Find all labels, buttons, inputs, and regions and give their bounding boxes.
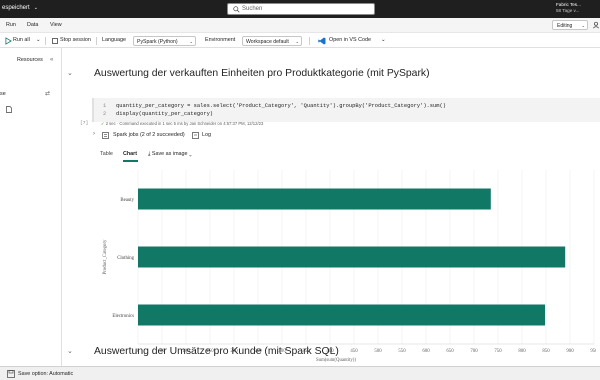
x-tick-label: 600 — [422, 349, 430, 354]
x-tick-label: 950 — [590, 349, 596, 354]
collapse-icon[interactable]: « — [50, 57, 53, 63]
section-heading: Auswertung der verkauften Einheiten pro … — [94, 68, 430, 79]
x-tick-label: 850 — [542, 349, 550, 354]
vscode-icon — [318, 37, 326, 45]
x-tick-label: 550 — [398, 349, 406, 354]
x-tick-label: 450 — [350, 349, 358, 354]
play-icon — [5, 37, 12, 45]
stop-session-button[interactable]: Stop session — [60, 37, 91, 43]
y-tick-label: Electronics — [112, 314, 134, 319]
cell-status: ✓ 2 sec · Command executed in 1 sec 5 ms… — [101, 121, 264, 126]
spark-jobs-toggle[interactable]: Spark jobs (2 of 2 succeeded) — [113, 132, 185, 138]
editing-dropdown[interactable]: Editing ⌄ — [552, 20, 588, 30]
chevron-right-icon[interactable]: › — [93, 131, 95, 137]
check-icon: ✓ — [101, 121, 105, 126]
menu-view[interactable]: View — [50, 22, 62, 28]
title-bar: espeichert ⌄ Suchen Fabric Tes... 58 Tage… — [0, 0, 600, 18]
x-tick-label: 650 — [446, 349, 454, 354]
chevron-down-icon: ⌄ — [33, 5, 38, 11]
log-icon — [192, 132, 199, 139]
panel-item[interactable]: se — [0, 91, 6, 97]
search-icon — [233, 6, 240, 13]
run-all-button[interactable]: Run all — [13, 37, 30, 43]
active-tab-indicator — [123, 160, 138, 162]
y-tick-label: Beauty — [120, 198, 134, 203]
language-select[interactable]: PySpark (Python) ⌄ — [133, 36, 196, 46]
save-option-text[interactable]: Save option: Automatic — [18, 371, 73, 377]
resources-label[interactable]: Resources — [17, 57, 43, 63]
code-cell[interactable]: 1 quantity_per_category = sales.select('… — [92, 98, 600, 122]
open-vscode-button[interactable]: Open in VS Code — [329, 37, 371, 43]
divider — [309, 37, 310, 45]
log-button[interactable]: Log — [202, 132, 211, 138]
chevron-down-icon[interactable]: ⌄ — [381, 37, 386, 43]
y-axis-label: Product_Category — [103, 239, 108, 275]
bar — [138, 188, 491, 210]
download-icon: ⤓ — [148, 151, 151, 157]
menu-bar: Run Data View — [0, 18, 600, 32]
chevron-down-icon: ⌄ — [189, 39, 193, 44]
divider — [45, 37, 46, 45]
x-axis-label: Sum(sum(Quantity)) — [316, 358, 356, 363]
x-tick-label: 750 — [494, 349, 502, 354]
x-tick-label: 800 — [518, 349, 526, 354]
environment-label: Environment — [205, 37, 236, 43]
x-tick-label: 900 — [566, 349, 574, 354]
menu-run[interactable]: Run — [6, 22, 16, 28]
share-icon[interactable] — [592, 21, 600, 29]
chevron-down-icon: ⌄ — [189, 151, 192, 157]
bar-chart: 0 50 100 150 200 250 300 350 400 450 500 550 600 650 7… — [103, 170, 596, 363]
search-input[interactable]: Suchen — [227, 3, 375, 15]
resources-panel: Resources « se ⇄ — [0, 48, 62, 366]
line-number: 1 — [103, 103, 107, 109]
chevron-down-icon[interactable]: ⌄ — [36, 37, 41, 43]
chevron-down-icon: ⌄ — [581, 23, 585, 28]
code-line: display(quantity_per_category) — [116, 111, 214, 117]
execution-count: [7] — [80, 121, 89, 126]
notebook-title[interactable]: espeichert ⌄ — [2, 5, 38, 11]
swap-icon[interactable]: ⇄ — [45, 90, 50, 97]
language-label: Language — [102, 37, 126, 43]
section-heading: Auswertung der Umsätze pro Kunde (mit Sp… — [94, 346, 339, 357]
spark-jobs-icon — [102, 132, 109, 139]
x-tick-label: 700 — [470, 349, 478, 354]
menu-data[interactable]: Data — [27, 22, 38, 28]
file-icon — [6, 106, 12, 113]
tab-table[interactable]: Table — [100, 151, 113, 157]
status-bar: Save option: Automatic — [0, 366, 600, 380]
code-line: quantity_per_category = sales.select('Pr… — [116, 103, 446, 109]
chevron-down-icon[interactable]: ⌄ — [67, 347, 73, 355]
bar — [138, 304, 546, 326]
save-icon — [7, 370, 15, 378]
chevron-down-icon[interactable]: ⌄ — [67, 69, 73, 77]
toolbar: Run all ⌄ Stop session Language PySpark … — [0, 32, 600, 48]
tab-chart[interactable]: Chart — [123, 151, 137, 157]
notebook-canvas: ⌄ Auswertung der verkauften Einheiten pr… — [62, 48, 600, 366]
y-tick-label: Clothing — [117, 256, 134, 261]
chevron-down-icon: ⌄ — [295, 39, 299, 44]
account-info[interactable]: Fabric Tes... 58 Tage v... — [556, 2, 581, 14]
save-as-image-button[interactable]: ⤓ Save as image ⌄ — [148, 151, 192, 158]
bar — [138, 246, 566, 268]
stop-icon — [52, 38, 58, 44]
line-number: 2 — [103, 111, 107, 117]
environment-select[interactable]: Workspace default ⌄ — [242, 36, 302, 46]
divider — [96, 37, 97, 45]
x-tick-label: 500 — [374, 349, 382, 354]
